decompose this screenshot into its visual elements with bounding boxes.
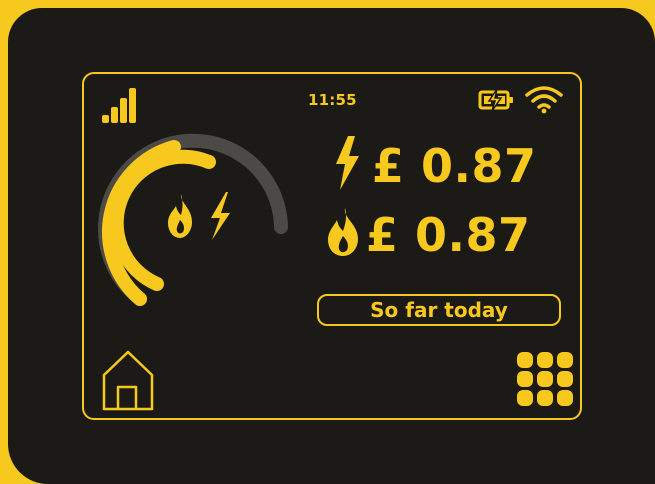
gas-flame-icon [168,194,192,238]
electricity-bolt-icon [211,192,230,240]
electricity-bolt-icon [336,136,359,190]
period-selector-button[interactable]: So far today [317,294,561,326]
gas-flame-icon [328,208,358,256]
grid-menu-icon[interactable] [515,350,575,408]
home-icon[interactable] [100,349,156,411]
clock-time: 11:55 [308,91,357,109]
gauge-inner-fill [109,149,216,291]
usage-gauge [98,133,288,306]
gas-cost-value: £ 0.87 [366,208,531,262]
wifi-icon [525,86,563,114]
battery-charging-icon [478,88,513,112]
electricity-cost-value: £ 0.87 [372,139,537,193]
smart-meter-device: 11:55 £ 0.87 £ 0.87 So far today [0,0,655,484]
